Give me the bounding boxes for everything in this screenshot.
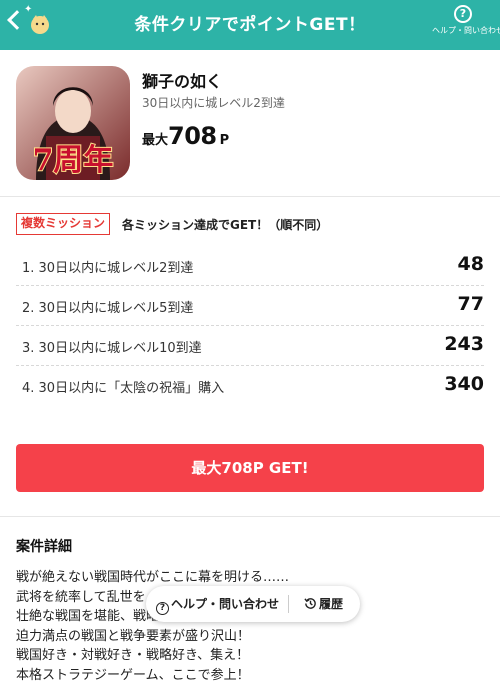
mission-item: 3. 30日以内に城レベル10到達 243 xyxy=(16,326,484,366)
get-points-button[interactable]: 最大708P GET! xyxy=(16,444,484,492)
mission-label: 1. 30日以内に城レベル2到達 xyxy=(22,261,194,276)
mission-item: 2. 30日以内に城レベル5到達 77 xyxy=(16,286,484,326)
help-icon: ? xyxy=(156,602,169,615)
mission-label: 2. 30日以内に城レベル5到達 xyxy=(22,301,194,316)
mission-points: 48 xyxy=(457,253,484,275)
app-name: 獅子の如く xyxy=(142,72,223,91)
app-icon: 7周年 xyxy=(16,66,130,180)
section-divider xyxy=(0,516,500,517)
mission-list: 1. 30日以内に城レベル2到達 48 2. 30日以内に城レベル5到達 77 … xyxy=(16,246,484,406)
floating-help-label: ヘルプ・問い合わせ xyxy=(171,597,280,611)
history-button[interactable]: 履歴 xyxy=(304,586,343,622)
top-bar: ✦ 条件クリアでポイントGET！ ? ヘルプ・問い合わせ xyxy=(0,0,500,50)
mission-badge: 複数ミッション xyxy=(16,213,111,235)
max-points: 最大708 P xyxy=(142,122,229,150)
mission-note: 各ミッション達成でGET！（順不同） xyxy=(122,218,329,232)
app-subtitle: 30日以内に城レベル2到達 xyxy=(142,96,285,110)
app-artwork-icon: 7周年 xyxy=(16,66,130,180)
floating-separator xyxy=(288,595,289,613)
help-label: ヘルプ・問い合わせ xyxy=(432,26,500,35)
max-unit: P xyxy=(219,133,230,148)
page-title: 条件クリアでポイントGET！ xyxy=(134,15,366,35)
history-icon xyxy=(304,598,316,609)
mission-points: 340 xyxy=(444,373,484,395)
mission-label: 4. 30日以内に「太陰の祝福」購入 xyxy=(22,381,225,396)
mission-label: 3. 30日以内に城レベル10到達 xyxy=(22,341,202,356)
details-title: 案件詳細 xyxy=(16,539,72,555)
details-line: 本格ストラテジーゲーム、ここで参上！ xyxy=(16,667,250,683)
app-summary: 7周年 獅子の如く 30日以内に城レベル2到達 最大708 P xyxy=(16,66,484,184)
mission-points: 243 xyxy=(444,333,484,355)
details-line: 戦国好き・対戦好き・戦略好き、集え！ xyxy=(16,648,250,663)
help-button[interactable]: ? ヘルプ・問い合わせ xyxy=(432,5,500,45)
section-divider xyxy=(0,196,500,197)
max-value: 708 xyxy=(168,122,217,150)
app-icon-banner: 7周年 xyxy=(33,143,114,178)
help-icon: ? xyxy=(454,5,472,23)
max-label: 最大 xyxy=(142,133,169,148)
floating-help-button[interactable]: ? ヘルプ・問い合わせ xyxy=(156,586,279,622)
mission-item: 1. 30日以内に城レベル2到達 48 xyxy=(16,246,484,286)
floating-action-bar: ? ヘルプ・問い合わせ 履歴 xyxy=(146,586,360,622)
details-line: 戦が絶えない戦国時代がここに幕を明ける…… xyxy=(16,570,290,585)
history-label: 履歴 xyxy=(319,597,344,611)
details-line: 迫力満点の戦国と戦争要素が盛り沢山！ xyxy=(16,628,251,644)
mission-points: 77 xyxy=(457,293,484,315)
mission-item: 4. 30日以内に「太陰の祝福」購入 340 xyxy=(16,366,484,406)
mission-header: 複数ミッション 各ミッション達成でGET！（順不同） xyxy=(16,213,484,237)
